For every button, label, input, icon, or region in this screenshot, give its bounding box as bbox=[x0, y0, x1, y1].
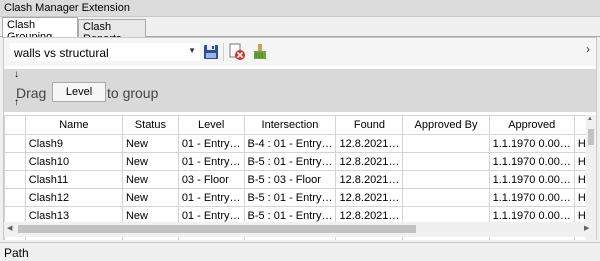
delete-report-icon[interactable] bbox=[228, 43, 246, 61]
column-header-found[interactable]: Found bbox=[335, 115, 404, 135]
tab-clash-grouping[interactable]: Clash Grouping bbox=[2, 17, 78, 43]
table-row[interactable]: Clash10 New 01 - Entry… B-5 : 01 - Entry… bbox=[4, 152, 596, 171]
cell-approved-by[interactable] bbox=[402, 188, 490, 207]
table-row[interactable]: Clash11 New 03 - Floor B-5 : 03 - Floor … bbox=[4, 170, 596, 189]
vertical-scroll-thumb[interactable] bbox=[588, 129, 594, 145]
cell-name[interactable]: Clash11 bbox=[24, 170, 123, 189]
cell-intersection[interactable]: B-4 : 01 - Entry… bbox=[243, 134, 337, 153]
clash-test-value: walls vs structural bbox=[14, 46, 109, 60]
cell-name[interactable]: Clash9 bbox=[24, 134, 123, 153]
toolbar: walls vs structural ▼ › bbox=[4, 38, 596, 66]
horizontal-scroll-thumb[interactable] bbox=[18, 225, 416, 233]
group-drop-area[interactable]: ↓ ↑ Drag to group Level bbox=[4, 69, 596, 112]
row-selector[interactable] bbox=[4, 134, 26, 153]
save-icon[interactable] bbox=[202, 43, 220, 61]
scroll-up-icon[interactable]: ▲ bbox=[587, 116, 593, 122]
cell-approved[interactable]: 1.1.1970 0.00… bbox=[488, 134, 575, 153]
dragging-column-header[interactable]: Level bbox=[52, 82, 106, 102]
group-hint-left: Drag bbox=[16, 85, 47, 101]
status-path: Path bbox=[4, 246, 29, 260]
toolbar-separator bbox=[223, 43, 224, 61]
drop-indicator-down-icon: ↓ bbox=[14, 69, 19, 80]
row-selector[interactable] bbox=[4, 188, 26, 207]
column-header-approved[interactable]: Approved bbox=[488, 115, 575, 135]
cell-approved[interactable]: 1.1.1970 0.00… bbox=[488, 152, 575, 171]
cell-status[interactable]: New bbox=[121, 152, 179, 171]
cell-status[interactable]: New bbox=[121, 134, 179, 153]
column-header-intersection[interactable]: Intersection bbox=[243, 115, 337, 135]
column-header-approved-by[interactable]: Approved By bbox=[402, 115, 490, 135]
cell-found[interactable]: 12.8.2021… bbox=[335, 134, 404, 153]
cell-approved-by[interactable] bbox=[402, 134, 490, 153]
cell-found[interactable]: 12.8.2021… bbox=[335, 152, 404, 171]
tab-strip: Clash Grouping Clash Reports bbox=[0, 17, 600, 45]
cell-found[interactable]: 12.8.2021… bbox=[335, 188, 404, 207]
cell-approved[interactable]: 1.1.1970 0.00… bbox=[488, 170, 575, 189]
column-header-name[interactable]: Name bbox=[24, 115, 123, 135]
cell-found[interactable]: 12.8.2021… bbox=[335, 170, 404, 189]
cell-level[interactable]: 01 - Entry… bbox=[177, 188, 245, 207]
table-row[interactable]: Clash9 New 01 - Entry… B-4 : 01 - Entry…… bbox=[4, 134, 596, 153]
cell-name[interactable]: Clash10 bbox=[24, 152, 123, 171]
column-header-level[interactable]: Level bbox=[177, 115, 245, 135]
cell-approved[interactable]: 1.1.1970 0.00… bbox=[488, 188, 575, 207]
cell-intersection[interactable]: B-5 : 01 - Entry… bbox=[243, 152, 337, 171]
cell-level[interactable]: 03 - Floor bbox=[177, 170, 245, 189]
cell-level[interactable]: 01 - Entry… bbox=[177, 134, 245, 153]
status-bar: Path bbox=[0, 242, 600, 261]
cell-intersection[interactable]: B-5 : 01 - Entry… bbox=[243, 188, 337, 207]
cell-intersection[interactable]: B-5 : 03 - Floor bbox=[243, 170, 337, 189]
cell-level[interactable]: 01 - Entry… bbox=[177, 152, 245, 171]
tab-clash-reports[interactable]: Clash Reports bbox=[78, 19, 146, 45]
cell-status[interactable]: New bbox=[121, 170, 179, 189]
cell-name[interactable]: Clash12 bbox=[24, 188, 123, 207]
cell-approved-by[interactable] bbox=[402, 152, 490, 171]
row-header-corner bbox=[4, 115, 26, 135]
cell-approved-by[interactable] bbox=[402, 170, 490, 189]
clash-test-select[interactable]: walls vs structural ▼ bbox=[10, 43, 200, 61]
row-selector[interactable] bbox=[4, 170, 26, 189]
window-title: Clash Manager Extension bbox=[4, 2, 130, 14]
dropdown-arrow-icon[interactable]: ▼ bbox=[188, 46, 196, 55]
cell-status[interactable]: New bbox=[121, 188, 179, 207]
clean-icon[interactable] bbox=[251, 43, 269, 61]
toolbar-overflow-icon[interactable]: › bbox=[586, 42, 590, 56]
row-selector[interactable] bbox=[4, 152, 26, 171]
clash-grouping-panel: walls vs structural ▼ › ↓ ↑ Drag to grou… bbox=[3, 37, 597, 240]
table-row[interactable]: Clash12 New 01 - Entry… B-5 : 01 - Entry… bbox=[4, 188, 596, 207]
scroll-right-icon[interactable]: ▶ bbox=[584, 224, 589, 232]
table-header-row: Name Status Level Intersection Found App… bbox=[4, 115, 596, 135]
window-titlebar: Clash Manager Extension bbox=[0, 0, 600, 17]
scroll-left-icon[interactable]: ◀ bbox=[7, 224, 12, 232]
column-header-status[interactable]: Status bbox=[121, 115, 179, 135]
horizontal-scrollbar[interactable]: ◀ ▶ bbox=[4, 222, 596, 237]
group-hint-right: to group bbox=[107, 85, 159, 101]
